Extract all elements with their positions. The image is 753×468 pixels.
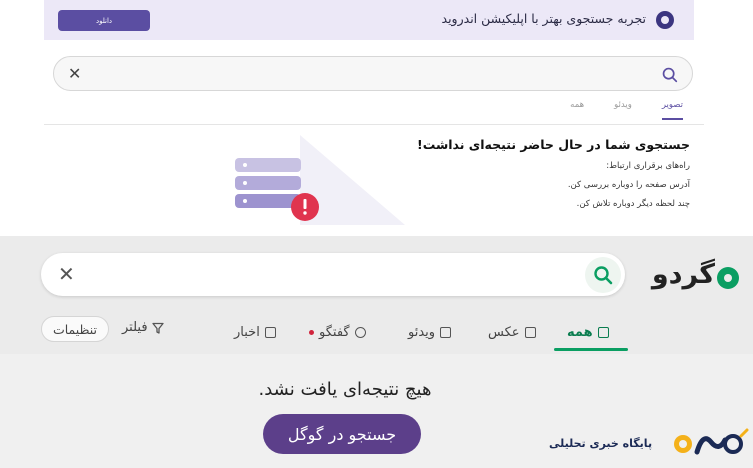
brand-name: گردو	[651, 259, 715, 290]
active-tab-indicator	[554, 348, 628, 351]
tab-label: اخبار	[234, 324, 260, 340]
search-icon	[594, 266, 613, 285]
new-indicator-icon	[309, 329, 314, 335]
download-button[interactable]: دانلود	[58, 10, 150, 31]
server-error-illustration	[235, 135, 405, 225]
all-icon	[597, 326, 609, 338]
tab-video[interactable]: ویدئو	[614, 100, 632, 120]
watermark-logo	[674, 428, 749, 455]
tab-all[interactable]: همه	[567, 320, 609, 344]
watermark: پایگاه خبری تحلیلی	[549, 422, 749, 466]
bottom-screenshot: گردو ✕ همه عکس ویدئو گفتگو اخبار فیلتر ت…	[0, 236, 753, 468]
error-tip: آدرس صفحه را دوباره بررسی کن.	[567, 180, 690, 190]
search-input[interactable]: ✕	[41, 253, 625, 296]
tab-images[interactable]: عکس	[488, 320, 536, 344]
tab-all[interactable]: همه	[570, 100, 584, 120]
error-title: جستجوی شما در حال حاضر نتیجه‌ای نداشت!	[417, 137, 690, 152]
search-bar[interactable]: ✕	[53, 56, 693, 91]
search-icon[interactable]	[661, 66, 678, 83]
news-icon	[264, 326, 276, 338]
clear-icon[interactable]: ✕	[68, 64, 81, 83]
tab-label: همه	[567, 324, 593, 340]
error-tips: راه‌های برقراری ارتباط: آدرس صفحه را دوب…	[568, 157, 690, 214]
filter-button[interactable]: فیلتر	[122, 320, 164, 335]
chat-icon	[354, 326, 366, 338]
app-logo-icon	[656, 11, 674, 29]
search-google-button[interactable]: جستجو در گوگل	[263, 414, 421, 454]
filter-label: فیلتر	[122, 320, 148, 335]
divider	[44, 124, 704, 125]
banner-text: تجربه جستجوی بهتر با اپلیکیشن اندروید	[441, 11, 646, 26]
tab-label: عکس	[488, 324, 520, 340]
tab-image[interactable]: تصویر	[661, 100, 683, 120]
tab-video[interactable]: ویدئو	[408, 320, 452, 344]
error-tip: راه‌های برقراری ارتباط:	[606, 161, 690, 171]
no-result-message: هیچ نتیجه‌ای یافت نشد.	[258, 379, 432, 400]
brand-logo[interactable]: گردو	[641, 258, 739, 294]
video-icon	[440, 326, 452, 338]
filter-icon	[151, 322, 164, 334]
error-tip: چند لحظه دیگر دوباره تلاش کن.	[576, 199, 690, 209]
tab-news[interactable]: اخبار	[234, 320, 276, 344]
clear-icon[interactable]: ✕	[58, 262, 75, 286]
search-tabs: همه ویدئو تصویر	[570, 100, 683, 120]
brand-mark-icon	[717, 267, 739, 289]
image-icon	[524, 326, 536, 338]
tab-chat[interactable]: گفتگو	[309, 320, 366, 344]
settings-button[interactable]: تنظیمات	[41, 316, 109, 342]
tab-label: ویدئو	[408, 324, 436, 340]
search-button[interactable]	[585, 257, 621, 293]
app-promo-banner: تجربه جستجوی بهتر با اپلیکیشن اندروید دا…	[44, 0, 694, 40]
tab-label: گفتگو	[319, 324, 350, 340]
top-screenshot: تجربه جستجوی بهتر با اپلیکیشن اندروید دا…	[0, 0, 753, 236]
watermark-tagline: پایگاه خبری تحلیلی	[549, 437, 653, 450]
